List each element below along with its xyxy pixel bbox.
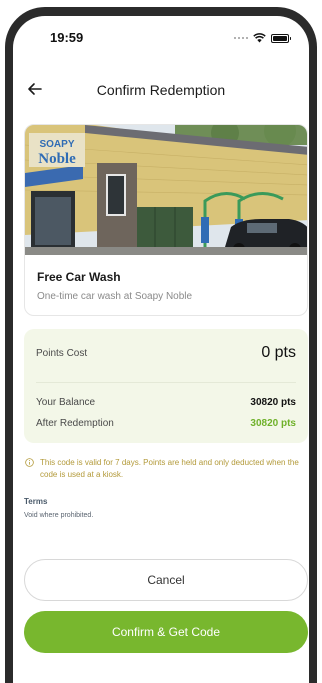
phone-frame: 19:59 Confirm Redemption SOAPY Noble Fre… — [5, 7, 317, 683]
page-title: Confirm Redemption — [96, 82, 226, 98]
app-screen: 19:59 Confirm Redemption SOAPY Noble Fre… — [13, 16, 309, 683]
offer-title: Free Car Wash — [37, 270, 121, 284]
balance-value: 30820 pts — [250, 397, 296, 408]
points-divider — [36, 382, 296, 383]
confirm-get-code-button[interactable]: Confirm & Get Code — [24, 611, 308, 653]
signal-dots-icon — [234, 37, 248, 39]
terms-label: Terms — [24, 497, 48, 506]
points-cost-label: Points Cost — [36, 348, 88, 359]
after-redemption-label: After Redemption — [36, 418, 114, 429]
status-time: 19:59 — [50, 30, 84, 45]
status-icons — [234, 33, 291, 43]
svg-text:SOAPY: SOAPY — [39, 139, 74, 150]
status-bar: 19:59 — [13, 16, 309, 60]
notice-text: This code is valid for 7 days. Points ar… — [40, 458, 299, 479]
validity-notice: This code is valid for 7 days. Points ar… — [24, 457, 309, 481]
offer-subtitle: One-time car wash at Soapy Noble — [37, 291, 193, 302]
offer-image: SOAPY Noble — [25, 125, 307, 255]
svg-text:Noble: Noble — [38, 151, 76, 167]
info-circle-icon — [25, 458, 34, 467]
terms-body: Void where prohibited. — [24, 512, 94, 519]
points-cost-value: 0 pts — [261, 344, 296, 361]
after-redemption-value: 30820 pts — [250, 418, 296, 429]
battery-icon — [271, 33, 291, 43]
wifi-icon — [253, 33, 266, 43]
cancel-button[interactable]: Cancel — [24, 559, 308, 601]
points-summary: Points Cost 0 pts Your Balance 30820 pts… — [24, 329, 308, 443]
balance-label: Your Balance — [36, 397, 96, 408]
offer-card: SOAPY Noble Free Car Wash One-time car w… — [24, 124, 308, 316]
